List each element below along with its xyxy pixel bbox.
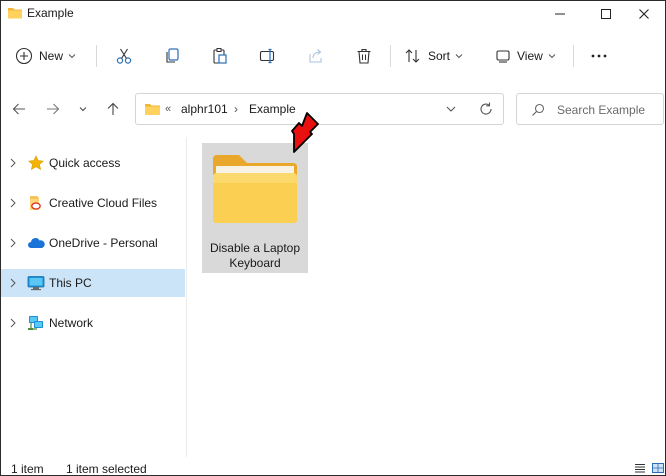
delete-button[interactable] [353,37,375,75]
refresh-icon[interactable] [477,100,495,118]
sort-icon [405,49,420,63]
paste-button[interactable] [209,37,231,75]
maximize-icon [601,9,611,19]
pane-divider [186,137,187,457]
view-icon [496,50,510,63]
chevron-down-icon [455,54,463,59]
share-icon [309,49,322,63]
sidebar-item-label: This PC [49,276,92,290]
window-title: Example [27,6,74,20]
folder-name-line2: Keyboard [229,256,281,270]
copy-icon [166,48,179,63]
more-options-button[interactable] [587,37,611,75]
item-count: 1 item [11,462,44,476]
plus-circle-icon [15,47,33,65]
close-button[interactable] [621,1,665,27]
sidebar-item-label: Creative Cloud Files [49,196,158,210]
chevron-right-icon[interactable] [9,197,17,209]
delete-icon [357,48,371,64]
large-icons-view-icon[interactable] [652,463,664,473]
sort-button[interactable]: Sort [404,37,463,75]
cut-button[interactable] [113,37,135,75]
search-input[interactable]: Search Example [557,103,645,117]
selection-count: 1 item selected [66,462,147,476]
annotation-arrow-icon [291,112,319,153]
search-box[interactable]: Search Example [516,93,664,125]
arrow-up-icon [107,102,119,115]
copy-button[interactable] [161,37,183,75]
minimize-button[interactable] [537,1,583,27]
back-button[interactable] [7,96,31,122]
close-icon [639,9,649,19]
toolbar-divider [573,45,574,67]
sidebar-item-onedrive[interactable]: OneDrive - Personal [1,229,185,257]
view-button[interactable]: View [495,37,556,75]
breadcrumb-separator[interactable]: › [234,102,238,116]
chevron-down-icon [548,54,556,59]
rename-button[interactable] [257,37,279,75]
new-button[interactable]: New [15,37,76,75]
sidebar-item-label: Network [49,316,94,330]
sidebar-item-label: Quick access [49,156,121,170]
sort-label: Sort [428,49,451,63]
sidebar-item-quick-access[interactable]: Quick access [1,149,185,177]
folder-icon [145,104,160,115]
folder-icon [8,8,22,19]
search-icon [532,103,545,116]
chevron-right-icon[interactable] [9,157,17,169]
details-view-icon[interactable] [634,463,646,473]
network-icon [28,316,43,330]
more-icon [591,54,607,58]
folder-item[interactable]: Disable a Laptop Keyboard [202,143,308,273]
chevron-right-icon[interactable] [9,317,17,329]
forward-button[interactable] [41,96,65,122]
arrow-left-icon [12,103,25,115]
arrow-right-icon [47,103,60,115]
up-button[interactable] [101,96,125,122]
navigation-pane: Quick access Creative Cloud Files OneDri… [1,141,186,456]
chevron-right-icon[interactable] [9,277,17,289]
creative-cloud-icon [30,196,41,210]
share-button[interactable] [305,37,327,75]
chevron-down-icon[interactable] [445,102,457,116]
toolbar-divider [390,45,391,67]
status-bar: 1 item 1 item selected [1,459,665,476]
rename-icon [259,48,275,64]
cut-icon [116,48,132,64]
paste-icon [213,48,227,64]
view-label: View [517,49,543,63]
command-bar: New Sort View [1,37,665,75]
sidebar-item-this-pc[interactable]: This PC [1,269,185,297]
monitor-icon [27,276,45,291]
chevron-down-icon [68,54,76,59]
file-explorer-window: Example New Sort View « alphr101 › Examp… [0,0,666,476]
star-icon [28,155,44,171]
new-label: New [39,49,64,63]
sidebar-item-creative-cloud-files[interactable]: Creative Cloud Files [1,189,185,217]
address-overflow[interactable]: « [165,103,171,115]
toolbar-divider [96,45,97,67]
minimize-icon [555,13,565,15]
sidebar-item-network[interactable]: Network [1,309,185,337]
chevron-down-icon [79,107,87,112]
folder-icon [213,155,297,223]
title-bar: Example [1,1,665,27]
folder-name: Disable a Laptop Keyboard [202,241,308,271]
sidebar-item-label: OneDrive - Personal [49,236,158,250]
onedrive-icon [28,238,45,248]
folder-name-line1: Disable a Laptop [209,241,301,255]
chevron-right-icon[interactable] [9,237,17,249]
breadcrumb-alphr101[interactable]: alphr101 [181,102,228,116]
recent-locations-button[interactable] [73,96,93,122]
